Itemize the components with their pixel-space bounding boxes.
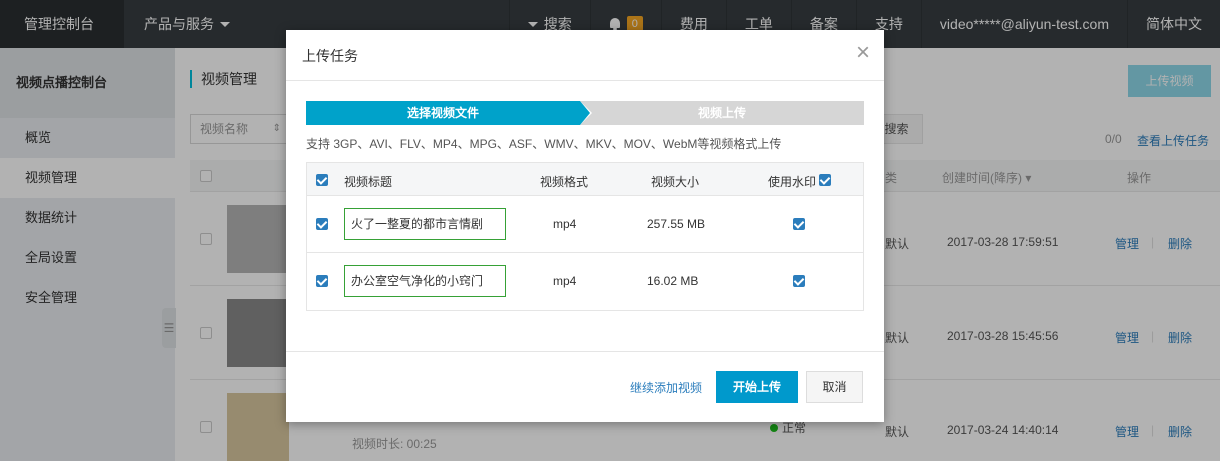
file-size: 257.55 MB [647, 217, 706, 231]
watermark-checkbox[interactable] [793, 275, 805, 287]
cancel-button[interactable]: 取消 [806, 371, 863, 403]
dialog-footer: 继续添加视频 开始上传 取消 [286, 351, 884, 422]
file-select-checkbox[interactable] [316, 218, 328, 230]
select-all-files-checkbox[interactable] [316, 174, 328, 186]
supported-formats-text: 支持 3GP、AVI、FLV、MP4、MPG、ASF、WMV、MKV、MOV、W… [306, 137, 782, 151]
file-format: mp4 [553, 217, 577, 231]
start-upload-button[interactable]: 开始上传 [716, 371, 798, 403]
upload-task-dialog: 上传任务 × 选择视频文件 视频上传 支持 3GP、AVI、FLV、MP4、MP… [286, 30, 884, 422]
file-row: 火了一整夏的都市言情剧 mp4 257.55 MB [307, 196, 863, 253]
file-row: 办公室空气净化的小窍门 mp4 16.02 MB [307, 253, 863, 310]
step-arrow-icon [580, 101, 590, 125]
file-table: 视频标题 视频格式 视频大小 使用水印 火了一整夏的都市言情剧 mp4 257.… [306, 162, 864, 311]
upload-steps: 选择视频文件 视频上传 [306, 101, 864, 125]
watermark-checkbox[interactable] [793, 218, 805, 230]
video-title-input[interactable]: 办公室空气净化的小窍门 [344, 265, 506, 297]
dialog-title: 上传任务 [302, 48, 358, 64]
add-more-videos-link[interactable]: 继续添加视频 [630, 379, 702, 396]
column-title: 视频标题 [344, 175, 393, 189]
file-format: mp4 [553, 274, 577, 288]
file-size: 16.02 MB [647, 274, 699, 288]
file-table-header: 视频标题 视频格式 视频大小 使用水印 [307, 163, 863, 196]
step-upload: 视频上传 [580, 101, 864, 125]
close-icon[interactable]: × [856, 40, 870, 66]
column-watermark: 使用水印 [768, 175, 817, 189]
watermark-all-checkbox[interactable] [819, 174, 831, 186]
step-select-files: 选择视频文件 [306, 101, 580, 125]
file-select-checkbox[interactable] [316, 275, 328, 287]
video-title-input[interactable]: 火了一整夏的都市言情剧 [344, 208, 506, 240]
dialog-header: 上传任务 × [286, 30, 884, 81]
column-size: 视频大小 [651, 175, 700, 189]
column-format: 视频格式 [540, 175, 589, 189]
